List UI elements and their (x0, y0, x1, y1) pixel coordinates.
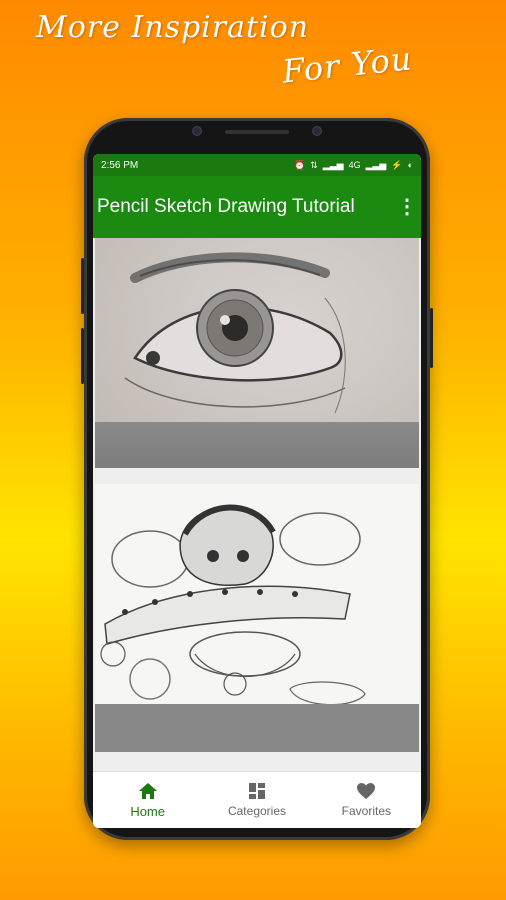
nav-label-home: Home (130, 803, 165, 819)
overflow-menu-icon[interactable]: ⋮ (397, 197, 417, 217)
card-caption-bar (95, 704, 419, 752)
signal-icon-2: ▂▃▅ (365, 159, 387, 170)
volume-button (81, 258, 84, 314)
data-arrows-icon: ⇅ (310, 159, 318, 170)
earpiece-speaker (225, 130, 289, 134)
charging-icon: ⚡ (391, 159, 403, 170)
bottom-navigation: Home Categories Favorites (93, 771, 421, 828)
status-time: 2:56 PM (101, 159, 139, 171)
status-bar: 2:56 PM ⏰ ⇅ ▂▃▅ 4G ▂▃▅ ⚡ ◐ (93, 154, 421, 176)
nav-label-categories: Categories (227, 804, 286, 818)
sensor-icon (192, 126, 202, 136)
phone-frame: 2:56 PM ⏰ ⇅ ▂▃▅ 4G ▂▃▅ ⚡ ◐ Pencil Sketch… (81, 118, 433, 840)
network-type: 4G (348, 160, 361, 170)
nav-label-favorites: Favorites (341, 804, 391, 818)
sketch-feed[interactable] (93, 238, 421, 772)
volume-button-lower (81, 328, 84, 384)
app-bar: Pencil Sketch Drawing Tutorial ⋮ (93, 176, 421, 238)
battery-icon: ◐ (407, 160, 413, 170)
nav-favorites[interactable]: Favorites (312, 772, 421, 828)
home-icon (138, 782, 158, 800)
phone-screen: 2:56 PM ⏰ ⇅ ▂▃▅ 4G ▂▃▅ ⚡ ◐ Pencil Sketch… (93, 154, 421, 828)
nav-categories[interactable]: Categories (202, 772, 311, 828)
sketch-card-fairy[interactable] (95, 484, 419, 752)
signal-icon: ▂▃▅ (322, 159, 344, 170)
promo-headline-line2: For You (280, 39, 415, 91)
promo-headline-line1: More Inspiration (36, 10, 310, 45)
front-camera-icon (312, 126, 322, 136)
heart-icon (356, 782, 376, 800)
alarm-icon: ⏰ (294, 159, 306, 170)
app-title: Pencil Sketch Drawing Tutorial (97, 196, 355, 217)
grid-icon (248, 782, 266, 800)
nav-home[interactable]: Home (93, 772, 202, 828)
power-button (430, 308, 433, 368)
sketch-card-eye[interactable] (95, 238, 419, 468)
card-caption-bar (95, 422, 419, 468)
